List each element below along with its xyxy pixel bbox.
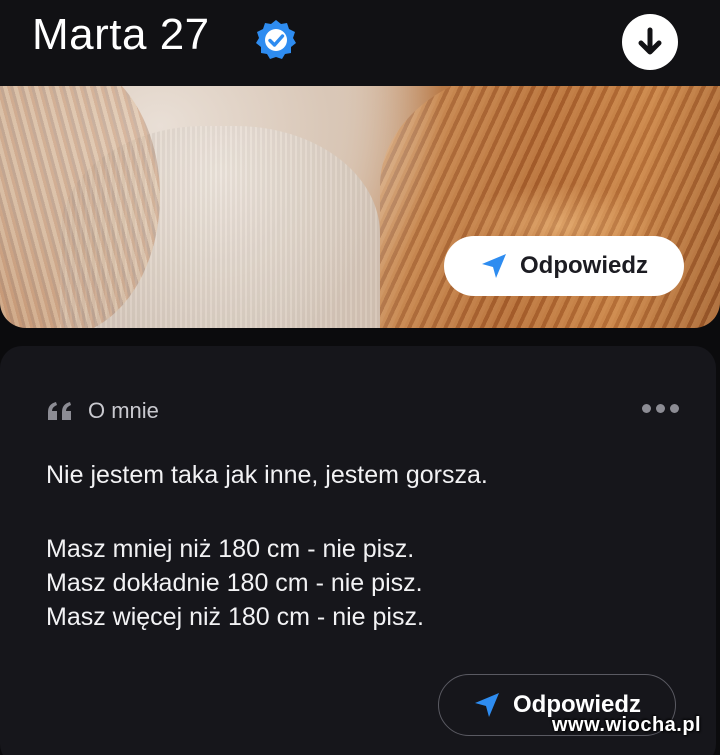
watermark: www.wiocha.pl (552, 714, 702, 736)
bio-line: Masz mniej niż 180 cm - nie pisz. (46, 535, 415, 563)
arrow-down-icon (638, 27, 662, 55)
download-button[interactable] (622, 14, 678, 70)
about-title: O mnie (88, 398, 159, 423)
profile-name-age: Marta 27 (32, 10, 210, 59)
profile-header: Marta 27 (0, 0, 720, 86)
send-icon (475, 693, 499, 717)
verified-badge-icon (256, 20, 296, 59)
send-icon (482, 254, 506, 278)
photo-reply-label: Odpowiedz (520, 252, 648, 279)
bio-line: Nie jestem taka jak inne, jestem gorsza. (46, 461, 488, 489)
photo-reply-button[interactable]: Odpowiedz (444, 236, 684, 296)
bio-line: Masz więcej niż 180 cm - nie pisz. (46, 603, 424, 631)
quote-icon (48, 402, 71, 420)
about-text: Nie jestem taka jak inne, jestem gorsza.… (46, 458, 666, 634)
bio-line: Masz dokładnie 180 cm - nie pisz. (46, 569, 423, 597)
about-header: O mnie (46, 398, 159, 424)
more-dots-icon[interactable] (642, 404, 679, 413)
